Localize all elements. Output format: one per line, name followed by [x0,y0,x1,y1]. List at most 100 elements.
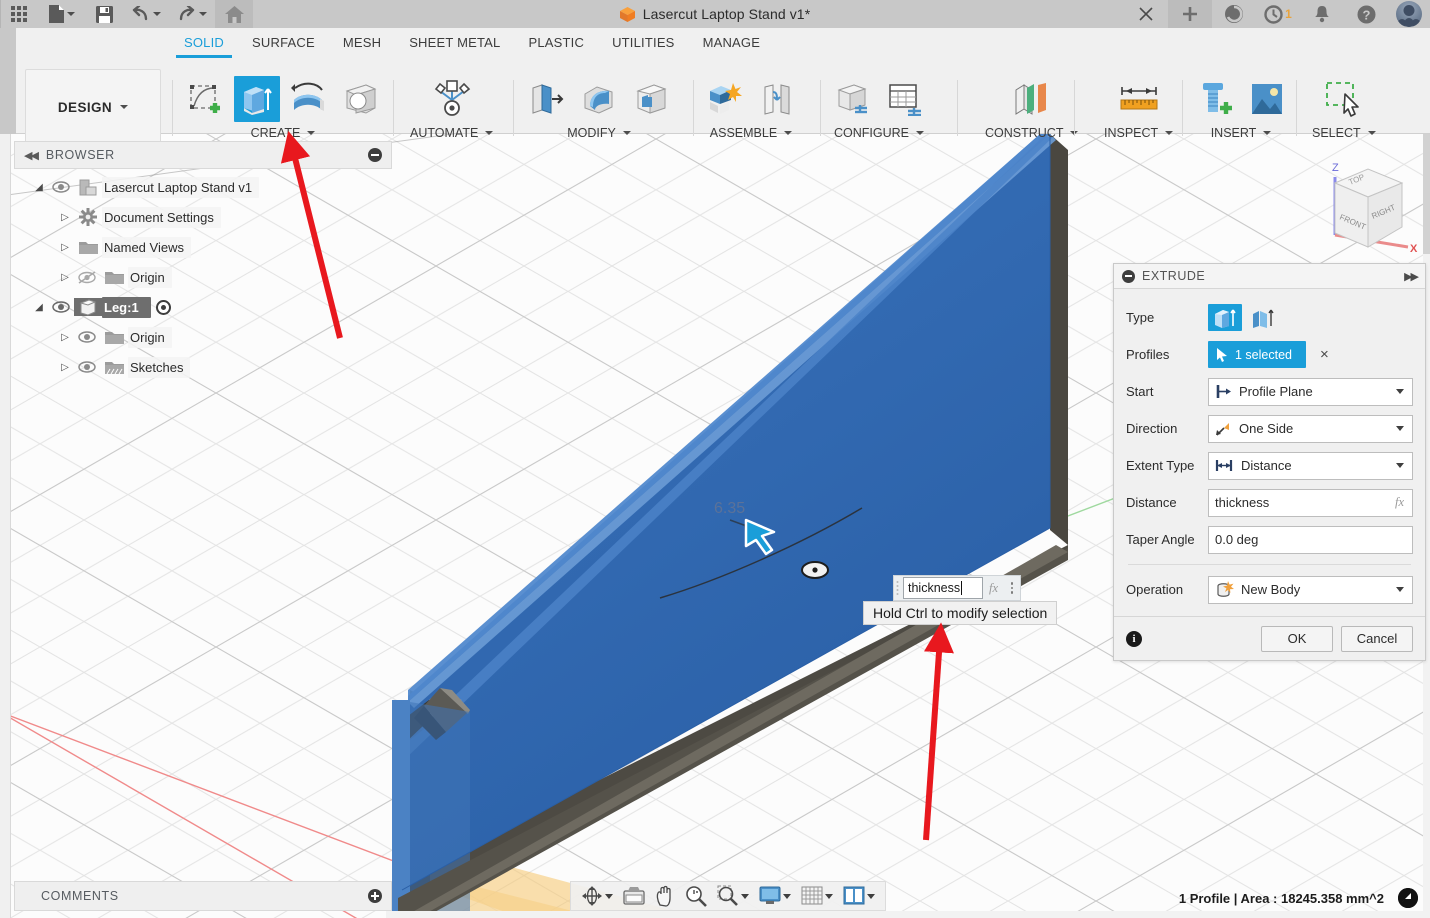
direction-dropdown[interactable]: One Side [1208,414,1413,443]
redo-icon[interactable] [169,0,215,28]
tree-item-leg-1[interactable]: ◢ Leg:1 [14,292,392,322]
visibility-eye-icon[interactable] [74,331,100,343]
close-tab-icon[interactable] [1124,0,1168,28]
chevron-down-icon[interactable] [1165,131,1174,135]
ribbon-group-automate-label[interactable]: AUTOMATE [410,126,494,140]
activate-component-radio[interactable] [155,299,171,315]
tree-item-named-views[interactable]: ▷ Named Views [14,232,392,262]
expand-triangle-icon[interactable]: ▷ [56,362,74,373]
tab-utilities[interactable]: UTILITIES [598,32,688,56]
minimize-icon[interactable] [368,148,382,162]
expand-triangle-icon[interactable]: ▷ [56,272,74,283]
help-icon[interactable]: ? [1344,0,1388,28]
configuration-icon[interactable] [830,76,876,122]
revolve-icon[interactable] [286,76,332,122]
visibility-eye-icon[interactable] [74,361,100,373]
select-window-icon[interactable] [1321,76,1367,122]
configuration-table-icon[interactable] [882,76,928,122]
view-cube[interactable]: Z X TOP FRONT RIGHT [1310,155,1425,255]
tab-solid[interactable]: SOLID [170,32,238,58]
kebab-menu-icon[interactable] [1004,582,1020,594]
insert-image-icon[interactable] [1244,76,1290,122]
profiles-selection-button[interactable]: 1 selected [1208,341,1306,368]
fusion-logo-icon[interactable] [1398,888,1418,908]
new-tab-icon[interactable] [1168,0,1212,28]
pan-icon[interactable] [651,883,679,909]
solid-extrude-icon[interactable] [1208,304,1242,331]
insert-mcmaster-icon[interactable] [1192,76,1238,122]
chevron-down-icon[interactable] [783,893,791,899]
chevron-down-icon[interactable] [784,131,793,135]
ribbon-group-inspect-label[interactable]: INSPECT [1104,126,1174,140]
extrude-icon[interactable] [234,76,280,122]
tab-plastic[interactable]: PLASTIC [514,32,598,56]
ribbon-group-assemble-label[interactable]: ASSEMBLE [710,126,793,140]
ribbon-group-construct-label[interactable]: CONSTRUCT [985,126,1079,140]
horizontal-scrollbar[interactable] [386,911,1430,918]
tree-item-sketches[interactable]: ▷ Sketches [14,352,392,382]
chevron-down-icon[interactable] [485,131,494,135]
new-component-icon[interactable] [702,76,748,122]
tab-surface[interactable]: SURFACE [238,32,329,56]
ribbon-group-modify-label[interactable]: MODIFY [567,126,631,140]
expand-triangle-icon[interactable]: ▷ [56,332,74,343]
ribbon-group-select-label[interactable]: SELECT [1312,126,1376,140]
chevron-down-icon[interactable] [1396,426,1404,431]
add-comment-icon[interactable] [368,889,382,903]
notifications-bell-icon[interactable] [1300,0,1344,28]
shell-icon[interactable] [628,76,674,122]
chevron-down-icon[interactable] [1396,587,1404,592]
tab-manage[interactable]: MANAGE [689,32,775,56]
start-dropdown[interactable]: Profile Plane [1208,377,1413,406]
clear-selection-icon[interactable]: × [1320,346,1329,363]
chevron-down-icon[interactable] [622,131,631,135]
tab-mesh[interactable]: MESH [329,32,395,56]
chevron-down-icon[interactable] [120,105,129,109]
look-at-icon[interactable] [619,883,649,909]
chevron-down-icon[interactable] [67,12,75,16]
new-document-icon[interactable] [39,0,85,28]
construct-plane-icon[interactable] [1009,76,1055,122]
expression-fx-icon[interactable]: fx [989,581,998,596]
save-icon[interactable] [85,0,123,28]
chevron-down-icon[interactable] [153,12,161,16]
viewports-icon[interactable] [839,883,879,909]
ribbon-group-insert-label[interactable]: INSERT [1211,126,1272,140]
joint-icon[interactable] [754,76,800,122]
cancel-button[interactable]: Cancel [1341,625,1413,652]
expand-triangle-icon[interactable]: ▷ [56,242,74,253]
expand-triangle-icon[interactable]: ▷ [56,212,74,223]
chevron-down-icon[interactable] [605,893,613,899]
chevron-down-icon[interactable] [741,893,749,899]
expression-fx-icon[interactable]: fx [1395,495,1404,510]
taper-angle-input[interactable]: 0.0 deg [1208,525,1413,554]
ok-button[interactable]: OK [1261,625,1333,652]
measure-ruler-icon[interactable] [1116,76,1162,122]
tree-item-origin-leg[interactable]: ▷ Origin [14,322,392,352]
automate-icon[interactable] [429,76,475,122]
expand-right-icon[interactable]: ▶▶ [1404,270,1419,283]
comments-panel[interactable]: COMMENTS [14,881,392,911]
collapse-left-icon[interactable]: ◀◀ [24,149,39,162]
tree-item-lasercut-laptop-stand[interactable]: ◢ Lasercut Laptop Stand v1 [14,172,392,202]
chevron-down-icon[interactable] [307,131,316,135]
zoom-icon[interactable] [681,883,711,909]
inline-distance-input[interactable]: thickness fx [893,575,1022,601]
workspace-switcher-design[interactable]: DESIGN [25,69,161,145]
chevron-down-icon[interactable] [1367,131,1376,135]
expand-triangle-icon[interactable]: ◢ [30,302,48,313]
visibility-eye-icon[interactable] [48,181,74,193]
chevron-down-icon[interactable] [867,893,875,899]
tree-item-origin-root[interactable]: ▷ Origin [14,262,392,292]
chevron-down-icon[interactable] [1396,389,1404,394]
drag-handle-icon[interactable] [894,575,903,601]
home-icon[interactable] [215,0,253,28]
tab-sheet-metal[interactable]: SHEET METAL [395,32,514,56]
account-avatar[interactable] [1396,1,1422,27]
visibility-eye-icon[interactable] [48,301,74,313]
job-status-icon[interactable]: 1 [1256,0,1300,28]
distance-input[interactable]: thickness fx [1208,488,1413,517]
chevron-down-icon[interactable] [825,893,833,899]
extent-type-dropdown[interactable]: Distance [1208,451,1413,480]
press-pull-icon[interactable] [524,76,570,122]
